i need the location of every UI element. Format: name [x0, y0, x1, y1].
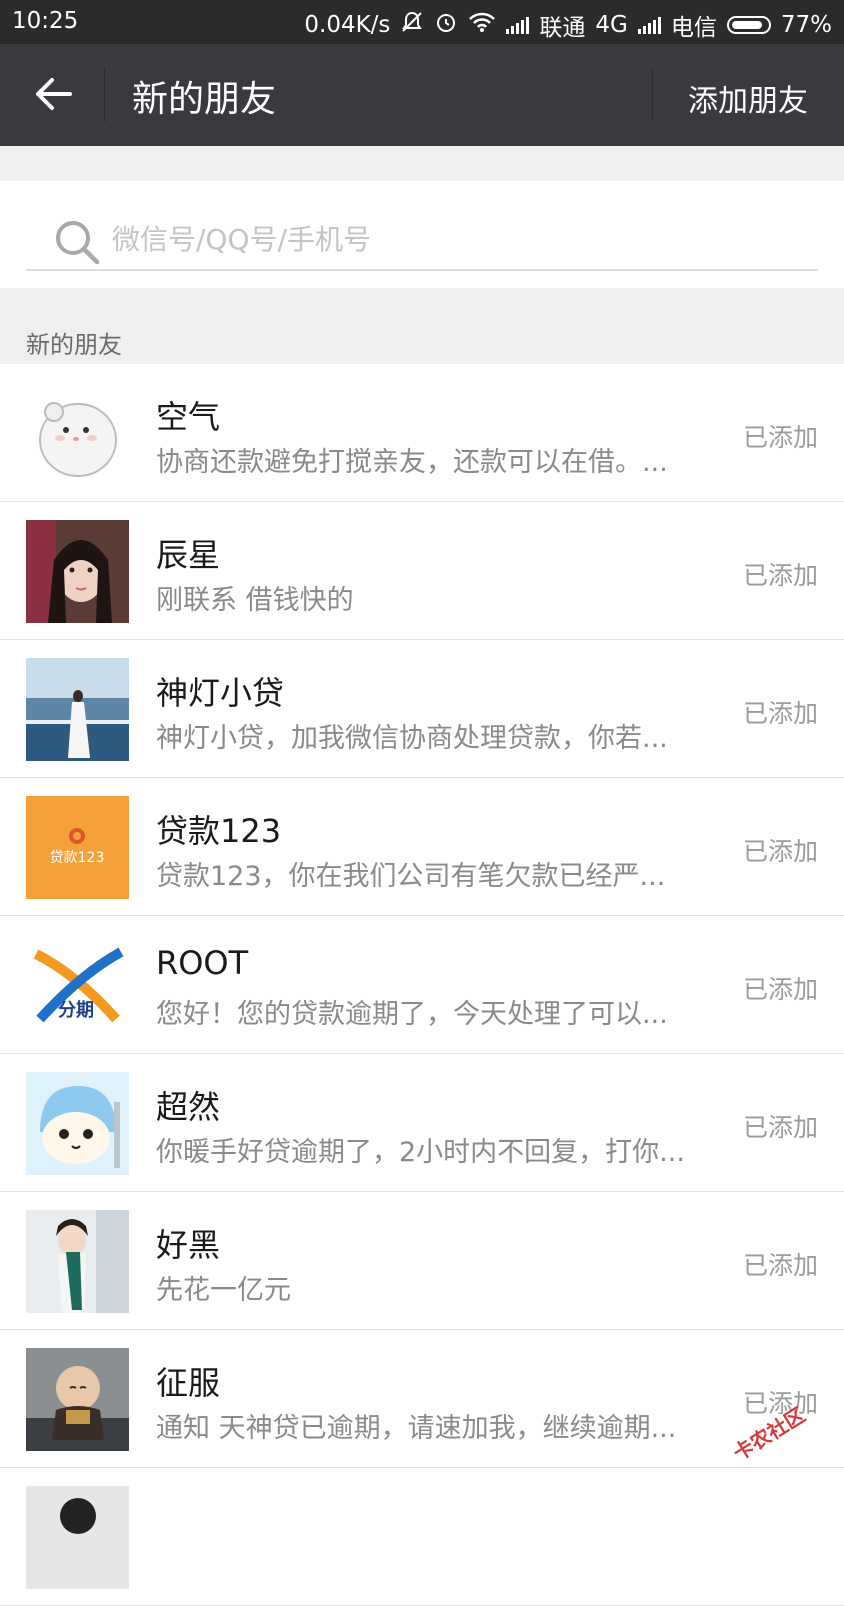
- added-status: 已添加: [742, 561, 818, 590]
- list-item[interactable]: 超然 你暖手好贷逾期了，2小时内不回复，打你... 已添加: [0, 1054, 844, 1192]
- top-bar: 新的朋友 添加朋友: [0, 44, 844, 146]
- friend-name: 贷款123: [156, 812, 282, 850]
- friend-message: 通知 天神贷已逾期，请速加我，继续逾期...: [156, 1413, 677, 1444]
- seaside-photo-avatar: [26, 658, 129, 761]
- friend-name: 好黑: [156, 1226, 221, 1264]
- wifi-icon: [468, 11, 496, 39]
- friend-name: 征服: [156, 1364, 221, 1402]
- friend-name: 辰星: [156, 536, 221, 574]
- add-friend-button[interactable]: 添加朋友: [688, 76, 808, 120]
- fenqi-logo-text: 分期: [58, 1000, 94, 1021]
- friend-message: 刚联系 借钱快的: [156, 585, 354, 616]
- friend-message: 神灯小贷，加我微信协商处理贷款，你若...: [156, 723, 668, 754]
- friend-message: 先花一亿元: [156, 1275, 291, 1306]
- friend-message: 您好！您的贷款逾期了，今天处理了可以...: [156, 999, 668, 1030]
- list-item[interactable]: 空气 协商还款避免打搅亲友，还款可以在借。... 已添加: [0, 364, 844, 502]
- fenqi-logo-avatar: 分期: [26, 934, 129, 1037]
- partial-avatar: [26, 1486, 129, 1589]
- mute-icon: [400, 11, 424, 39]
- signal-icon-2: [637, 16, 661, 34]
- signal-icon: [506, 16, 530, 34]
- friend-name: 神灯小贷: [156, 674, 285, 712]
- friend-name: 超然: [156, 1088, 221, 1126]
- added-status: 已添加: [742, 1251, 818, 1280]
- status-time: 10:25: [12, 8, 79, 34]
- list-item[interactable]: [0, 1468, 844, 1606]
- cartoon-cat-avatar: [26, 1072, 129, 1175]
- alarm-icon: [434, 11, 458, 39]
- list-item[interactable]: 辰星 刚联系 借钱快的 已添加: [0, 502, 844, 640]
- friend-name: 空气: [156, 398, 221, 436]
- added-status: 已添加: [742, 423, 818, 452]
- header-divider-right: [652, 68, 653, 122]
- section-label: 新的朋友: [26, 331, 122, 359]
- friend-name: ROOT: [156, 944, 249, 982]
- added-status: 已添加: [742, 975, 818, 1004]
- loan123-logo-text: 贷款123: [50, 850, 105, 866]
- status-right: 0.04K/s 联通 4G 电信 77%: [304, 8, 832, 42]
- added-status: 已添加: [742, 699, 818, 728]
- hamster-avatar: [26, 382, 129, 485]
- carrier-2: 电信: [670, 15, 717, 41]
- battery-icon: [726, 16, 771, 34]
- list-item[interactable]: 好黑 先花一亿元 已添加: [0, 1192, 844, 1330]
- header-divider: [104, 68, 105, 122]
- net-speed: 0.04K/s: [304, 12, 391, 38]
- search-bar: [0, 181, 844, 288]
- friend-message: 协商还款避免打搅亲友，还款可以在借。...: [156, 447, 668, 478]
- search-icon: [54, 219, 100, 265]
- loan123-logo-avatar: 贷款123: [26, 796, 129, 899]
- friend-list: 空气 协商还款避免打搅亲友，还款可以在借。... 已添加 辰星 刚联系 借钱快的…: [0, 364, 844, 1606]
- list-item[interactable]: 贷款123 贷款123 贷款123，你在我们公司有笔欠款已经严... 已添加: [0, 778, 844, 916]
- list-item[interactable]: 征服 通知 天神贷已逾期，请速加我，继续逾期... 已添加: [0, 1330, 844, 1468]
- back-arrow-icon[interactable]: [32, 72, 76, 116]
- scarf-girl-avatar: [26, 1210, 129, 1313]
- search-underline: [26, 269, 818, 271]
- search-input[interactable]: [112, 217, 792, 261]
- monk-figure-avatar: [26, 1348, 129, 1451]
- added-status: 已添加: [742, 1113, 818, 1142]
- list-item[interactable]: 神灯小贷 神灯小贷，加我微信协商处理贷款，你若... 已添加: [0, 640, 844, 778]
- page-title: 新的朋友: [132, 79, 277, 120]
- girl-photo-avatar: [26, 520, 129, 623]
- status-bar: 10:25 0.04K/s 联通 4G 电信 77%: [0, 0, 844, 44]
- network-type: 4G: [595, 12, 628, 38]
- battery-level: 77%: [780, 12, 832, 38]
- friend-message: 你暖手好贷逾期了，2小时内不回复，打你...: [156, 1137, 685, 1168]
- added-status: 已添加: [742, 837, 818, 866]
- carrier-1: 联通: [539, 15, 586, 41]
- list-item[interactable]: 分期 ROOT 您好！您的贷款逾期了，今天处理了可以... 已添加: [0, 916, 844, 1054]
- friend-message: 贷款123，你在我们公司有笔欠款已经严...: [156, 861, 666, 892]
